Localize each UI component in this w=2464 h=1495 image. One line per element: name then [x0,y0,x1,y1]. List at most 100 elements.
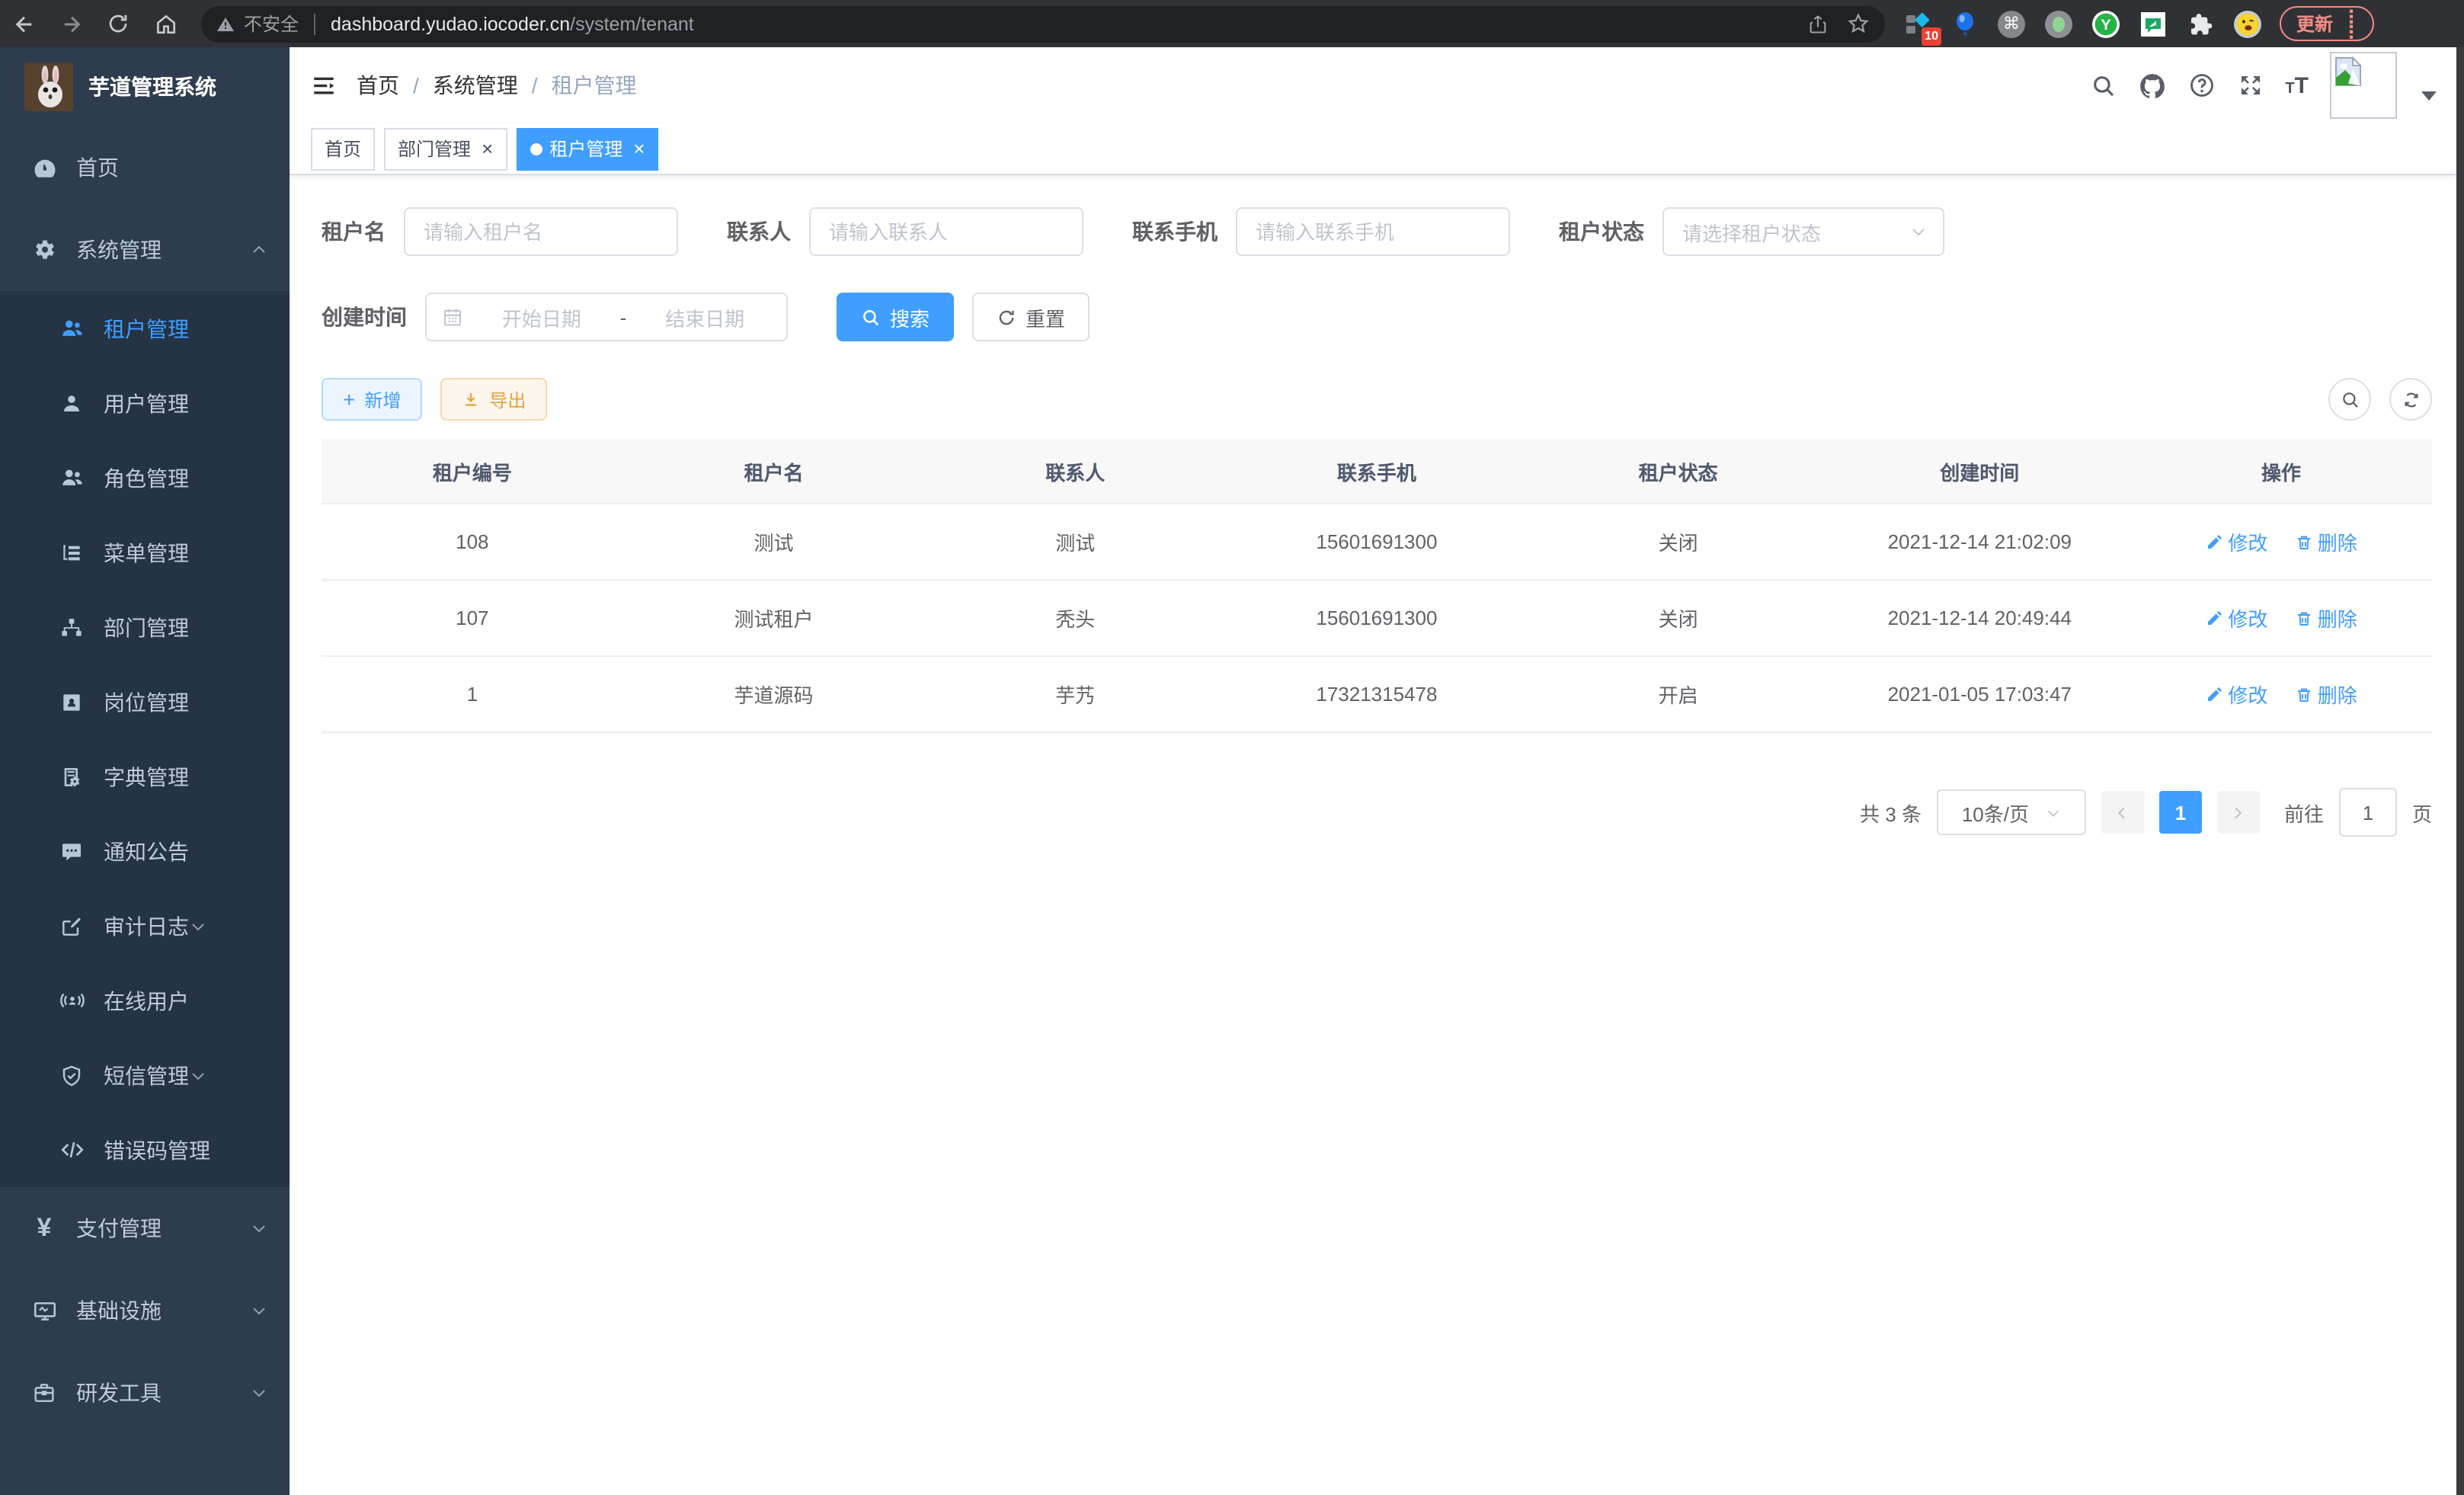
delete-link[interactable]: 删除 [2295,680,2357,709]
mobile-input[interactable] [1236,207,1510,256]
back-icon [11,11,36,36]
edit-link[interactable]: 修改 [2205,680,2267,709]
bookmark-star-icon[interactable] [1847,12,1870,35]
sidebar-item-online-user[interactable]: 在线用户 [0,963,290,1038]
sidebar-item-user[interactable]: 用户管理 [0,366,290,440]
goto-page-input[interactable] [2339,788,2397,837]
sidebar-item-label: 首页 [76,152,268,183]
share-icon[interactable] [1807,13,1829,34]
fullscreen-icon[interactable] [2236,72,2264,99]
sidebar-item-notice[interactable]: 通知公告 [0,814,290,888]
add-button-label: 新增 [364,386,401,412]
github-icon[interactable] [2137,71,2166,100]
breadcrumb-home[interactable]: 首页 [357,70,399,101]
create-time-range-picker[interactable]: 开始日期 - 结束日期 [425,293,788,341]
avatar[interactable] [2330,52,2397,119]
page-number-1[interactable]: 1 [2159,791,2202,834]
filter-row-1: 租户名 联系人 联系手机 租户状态 请选择租户状态 [322,207,2432,256]
contact-input[interactable] [809,207,1083,256]
tab-dept[interactable]: 部门管理 × [384,127,507,170]
extension-tampermonkey-icon[interactable]: 10 [1903,10,1931,37]
tenant-name-label: 租户名 [322,216,404,247]
tree-icon [58,615,85,639]
sidebar-item-dict[interactable]: 字典管理 [0,739,290,814]
tab-tenant[interactable]: 租户管理 × [516,127,658,170]
sidebar-item-audit-log[interactable]: 审计日志 [0,888,290,963]
sidebar-item-home[interactable]: 首页 [0,126,290,209]
security-chip[interactable]: 不安全 [216,11,299,37]
export-button[interactable]: 导出 [440,378,547,421]
status-label: 租户状态 [1559,216,1662,247]
extension-chat-icon[interactable] [2139,10,2167,37]
address-bar[interactable]: 不安全 dashboard.yudao.iocoder.cn/system/te… [201,5,1885,42]
extension-command-icon[interactable]: ⌘ [1998,10,2025,37]
cell-contact: 测试 [924,504,1226,580]
tab-close-icon[interactable]: × [633,139,645,158]
sidebar-item-dept[interactable]: 部门管理 [0,590,290,664]
tab-home[interactable]: 首页 [311,127,375,170]
sidebar-item-menu[interactable]: 菜单管理 [0,515,290,590]
profile-avatar-icon[interactable] [2234,10,2261,37]
security-label: 不安全 [244,11,299,37]
extension-y-icon[interactable]: Y [2092,10,2120,37]
browser-forward-button[interactable] [47,0,94,47]
browser-reload-button[interactable] [94,0,142,47]
chevron-up-icon [250,241,268,259]
browser-menu-icon[interactable]: ⋮⋮ [2342,8,2360,39]
font-size-icon[interactable]: TT [2285,74,2309,97]
extensions-puzzle-icon[interactable] [2187,10,2214,37]
refresh-icon [997,307,1016,327]
sidebar-item-infra[interactable]: 基础设施 [0,1269,290,1352]
sidebar-logo[interactable]: 芋道管理系统 [0,47,290,126]
chevron-down-icon [189,1066,207,1084]
cell-status: 关闭 [1528,580,1829,656]
edit-icon [2205,685,2223,703]
refresh-table-button[interactable] [2389,378,2432,421]
reset-button[interactable]: 重置 [972,293,1090,341]
broken-image-icon [2334,56,2362,87]
sidebar-item-devtools[interactable]: 研发工具 [0,1352,290,1434]
add-button[interactable]: + 新增 [322,378,422,421]
cell-tenant-name: 测试租户 [623,580,925,656]
sidebar-item-label: 租户管理 [104,313,189,344]
help-icon[interactable] [2187,72,2215,99]
trash-icon [2295,609,2313,627]
next-page-button[interactable] [2217,791,2260,834]
edit-link[interactable]: 修改 [2205,603,2267,632]
sidebar-item-label: 岗位管理 [104,687,189,717]
edit-link[interactable]: 修改 [2205,527,2267,556]
search-button[interactable]: 搜索 [837,293,954,341]
pagination: 共 3 条 10条/页 1 前往 页 [322,788,2432,837]
browser-home-button[interactable] [142,0,189,47]
tenant-name-input[interactable] [404,207,678,256]
sidebar-item-sms[interactable]: 短信管理 [0,1038,290,1112]
header-search-icon[interactable] [2090,72,2116,98]
chevron-down-icon [250,1301,268,1320]
prev-page-button[interactable] [2101,791,2144,834]
extension-balloon-icon[interactable] [1950,10,1978,37]
sidebar-item-system[interactable]: 系统管理 [0,209,290,291]
browser-update-button[interactable]: 更新 ⋮⋮ [2280,6,2374,41]
sidebar-item-post[interactable]: 岗位管理 [0,664,290,739]
tab-close-icon[interactable]: × [482,139,493,158]
avatar-caret-icon[interactable] [2421,91,2437,101]
navbar: 首页 / 系统管理 / 租户管理 [290,47,2464,123]
sidebar-item-tenant[interactable]: 租户管理 [0,291,290,366]
extension-green-dot-icon[interactable] [2045,10,2072,37]
col-actions: 操作 [2130,439,2432,504]
toggle-search-button[interactable] [2328,378,2371,421]
select-placeholder: 请选择租户状态 [1682,217,1909,246]
tenant-status-select[interactable]: 请选择租户状态 [1662,207,1944,256]
sidebar-item-payment[interactable]: ¥ 支付管理 [0,1187,290,1269]
page-size-select[interactable]: 10条/页 [1937,789,2086,835]
sidebar-item-role[interactable]: 角色管理 [0,440,290,515]
breadcrumb-system[interactable]: 系统管理 [433,70,518,101]
table-row: 108 测试 测试 15601691300 关闭 2021-12-14 21:0… [322,504,2432,580]
monitor-icon [30,1298,58,1324]
delete-link[interactable]: 删除 [2295,603,2357,632]
plus-icon: + [343,389,355,410]
browser-back-button[interactable] [0,0,47,47]
delete-link[interactable]: 删除 [2295,527,2357,556]
sidebar-item-error-code[interactable]: 错误码管理 [0,1112,290,1187]
sidebar-toggle-button[interactable] [290,47,357,123]
